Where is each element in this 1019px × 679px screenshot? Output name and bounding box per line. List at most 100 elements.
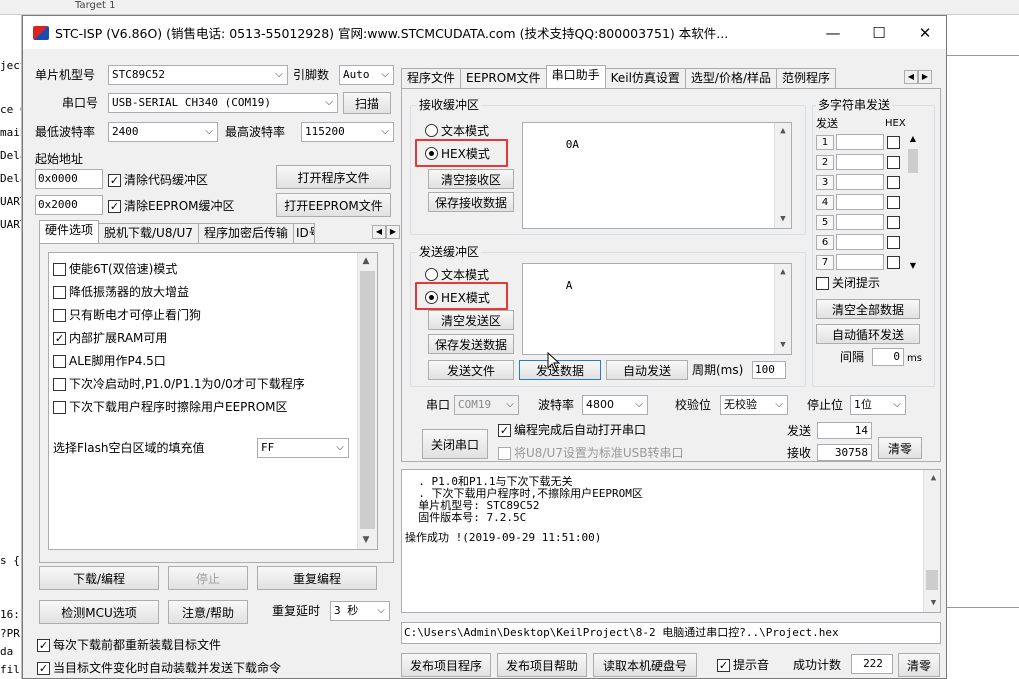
- beep-checkbox[interactable]: ✓ 提示音: [717, 657, 769, 673]
- row-input[interactable]: [836, 194, 884, 210]
- publish-help-button[interactable]: 发布项目帮助: [497, 653, 587, 677]
- row-input[interactable]: [836, 254, 884, 270]
- option-gain-checkbox[interactable]: 降低振荡器的放大增益: [53, 284, 189, 300]
- scroll-left-icon[interactable]: ◀: [372, 225, 386, 239]
- baud-select[interactable]: 4800 ⌵: [582, 395, 648, 415]
- download-button[interactable]: 下载/编程: [39, 566, 159, 590]
- interval-input[interactable]: 0: [872, 348, 904, 366]
- read-disk-button[interactable]: 读取本机硬盘号: [593, 653, 697, 677]
- open-eeprom-button[interactable]: 打开EEPROM文件: [276, 193, 391, 217]
- option-watchdog-checkbox[interactable]: 只有断电才可停止看门狗: [53, 307, 201, 323]
- options-scrollbar[interactable]: ▲ ▼: [357, 253, 377, 549]
- tab-eeprom-file[interactable]: EEPROM文件: [460, 68, 547, 88]
- clear-code-checkbox[interactable]: ✓ 清除代码缓冲区: [108, 172, 208, 188]
- close-tip-checkbox[interactable]: 关闭提示: [816, 275, 880, 291]
- row-number[interactable]: 5: [816, 214, 834, 230]
- minimize-button[interactable]: —: [810, 16, 856, 49]
- maximize-button[interactable]: ☐: [856, 16, 902, 49]
- code-address-input[interactable]: 0x0000: [35, 169, 103, 189]
- auto-loop-button[interactable]: 自动循环发送: [816, 324, 920, 344]
- auto-open-checkbox[interactable]: ✓ 编程完成后自动打开串口: [498, 422, 646, 438]
- tab-program-file[interactable]: 程序文件: [401, 68, 462, 88]
- tab-encrypt[interactable]: 程序加密后传输: [197, 223, 294, 243]
- scroll-down-icon[interactable]: ▼: [906, 261, 920, 270]
- open-program-button[interactable]: 打开程序文件: [276, 165, 391, 189]
- row-input[interactable]: [836, 154, 884, 170]
- scrollbar-thumb[interactable]: [360, 271, 375, 529]
- clear-send-button[interactable]: 清空发送区: [428, 310, 514, 330]
- row-hex-checkbox[interactable]: [887, 255, 900, 269]
- recv-text-mode-radio[interactable]: 文本模式: [425, 122, 489, 139]
- option-ale-checkbox[interactable]: ALE脚用作P4.5口: [53, 353, 166, 369]
- scroll-left-icon[interactable]: ◀: [904, 70, 918, 84]
- row-input[interactable]: [836, 214, 884, 230]
- row-number[interactable]: 2: [816, 154, 834, 170]
- clear-all-button[interactable]: 清空全部数据: [816, 299, 920, 319]
- tab-keil[interactable]: Keil仿真设置: [604, 68, 686, 88]
- receive-textarea[interactable]: 0A ▲ ▼: [522, 122, 792, 229]
- multi-row-5[interactable]: 5: [816, 214, 900, 230]
- clear-success-button[interactable]: 清零: [898, 653, 940, 677]
- scroll-up-icon[interactable]: ▲: [906, 134, 920, 143]
- save-send-button[interactable]: 保存发送数据: [428, 334, 514, 354]
- tab-id[interactable]: ID号: [292, 223, 315, 243]
- close-port-button[interactable]: 关闭串口: [422, 429, 488, 459]
- save-receive-button[interactable]: 保存接收数据: [428, 192, 514, 212]
- row-hex-checkbox[interactable]: [887, 175, 900, 189]
- reprogram-button[interactable]: 重复编程: [257, 566, 377, 590]
- eeprom-address-input[interactable]: 0x2000: [35, 195, 103, 215]
- send-text-mode-radio[interactable]: 文本模式: [425, 266, 489, 283]
- scroll-down-icon[interactable]: ▼: [775, 211, 791, 228]
- tab-hardware[interactable]: 硬件选项: [39, 220, 100, 243]
- multi-row-4[interactable]: 4: [816, 194, 900, 210]
- row-input[interactable]: [836, 174, 884, 190]
- multi-scrollbar[interactable]: ▲ ▼: [906, 134, 920, 270]
- scroll-up-icon[interactable]: ▲: [775, 123, 791, 140]
- tab-serial-helper[interactable]: 串口助手: [545, 65, 606, 88]
- repeat-delay-select[interactable]: 3 秒 ⌵: [330, 601, 390, 621]
- option-6t-checkbox[interactable]: 使能6T(双倍速)模式: [53, 261, 177, 277]
- receive-scrollbar[interactable]: ▲ ▼: [774, 123, 791, 228]
- clear-receive-button[interactable]: 清空接收区: [428, 169, 514, 189]
- min-baud-select[interactable]: 2400 ⌵: [108, 122, 218, 142]
- scroll-down-icon[interactable]: ▼: [775, 337, 791, 354]
- scroll-down-icon[interactable]: ▼: [358, 532, 374, 549]
- help-button[interactable]: 注意/帮助: [168, 600, 248, 624]
- row-hex-checkbox[interactable]: [887, 155, 900, 169]
- row-number[interactable]: 3: [816, 174, 834, 190]
- flash-fill-select[interactable]: FF ⌵: [257, 438, 349, 458]
- tab-examples[interactable]: 范例程序: [776, 68, 837, 88]
- send-scrollbar[interactable]: ▲ ▼: [774, 264, 791, 354]
- serial-port-select[interactable]: COM19 ⌵: [454, 395, 519, 415]
- stop-bit-select[interactable]: 1位 ⌵: [850, 395, 906, 415]
- row-number[interactable]: 4: [816, 194, 834, 210]
- option-ram-checkbox[interactable]: ✓ 内部扩展RAM可用: [53, 330, 167, 346]
- scroll-right-icon[interactable]: ▶: [918, 70, 932, 84]
- multi-row-7[interactable]: 7: [816, 254, 900, 270]
- multi-row-6[interactable]: 6: [816, 234, 900, 250]
- scroll-up-icon[interactable]: ▲: [775, 264, 791, 281]
- scrollbar-thumb[interactable]: [926, 570, 938, 590]
- pins-select[interactable]: Auto ⌵: [339, 65, 394, 85]
- row-hex-checkbox[interactable]: [887, 195, 900, 209]
- option-erase-eeprom-checkbox[interactable]: 下次下载用户程序时擦除用户EEPROM区: [53, 399, 288, 415]
- scrollbar-thumb[interactable]: [908, 149, 918, 173]
- multi-row-3[interactable]: 3: [816, 174, 900, 190]
- scan-button[interactable]: 扫描: [343, 92, 391, 114]
- row-number[interactable]: 7: [816, 254, 834, 270]
- row-input[interactable]: [836, 134, 884, 150]
- row-number[interactable]: 1: [816, 134, 834, 150]
- u8-standard-checkbox[interactable]: 将U8/U7设置为标准USB转串口: [498, 445, 684, 461]
- tab-pricing[interactable]: 选型/价格/样品: [684, 68, 777, 88]
- multi-row-1[interactable]: 1: [816, 134, 900, 150]
- stop-button[interactable]: 停止: [168, 566, 248, 590]
- scroll-up-icon[interactable]: ▲: [358, 253, 374, 270]
- clear-eeprom-checkbox[interactable]: ✓ 清除EEPROM缓冲区: [108, 198, 235, 214]
- period-input[interactable]: 100: [752, 361, 786, 379]
- hex-file-path[interactable]: C:\Users\Admin\Desktop\KeilProject\8-2 电…: [401, 622, 941, 644]
- mcu-select[interactable]: STC89C52 ⌵: [108, 65, 288, 85]
- tab-offline[interactable]: 脱机下载/U8/U7: [98, 223, 199, 243]
- publish-program-button[interactable]: 发布项目程序: [401, 653, 491, 677]
- detect-mcu-button[interactable]: 检测MCU选项: [39, 600, 159, 624]
- scroll-down-icon[interactable]: ▼: [924, 595, 940, 612]
